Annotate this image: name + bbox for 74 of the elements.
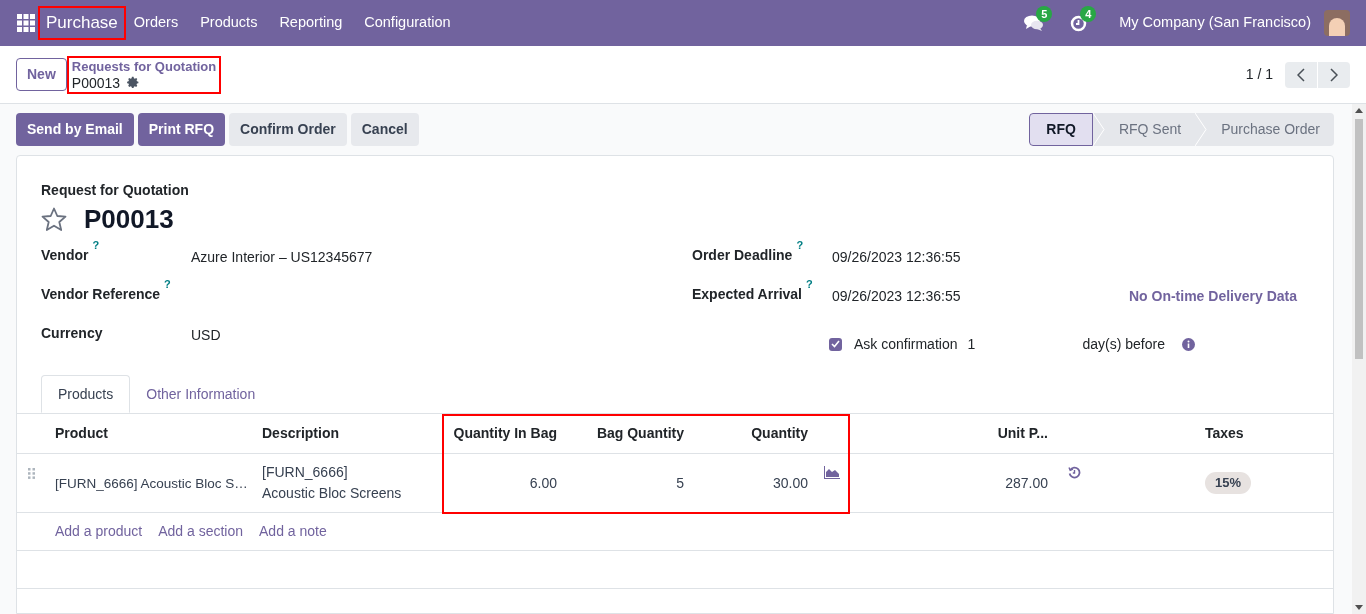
field-value[interactable]: 09/26/2023 12:36:55 — [832, 247, 1309, 267]
menu-item[interactable]: Products — [200, 12, 258, 34]
chevron-right-icon — [1330, 67, 1338, 82]
column-header[interactable]: Unit P... — [850, 423, 1100, 444]
table-cell[interactable]: 287.00 — [850, 472, 1058, 494]
table-cell[interactable]: 5 — [567, 472, 694, 494]
menu-item[interactable]: Reporting — [279, 12, 343, 34]
settings-icon[interactable] — [127, 76, 141, 89]
record-title: P00013 — [84, 202, 174, 236]
menu-item[interactable]: Configuration — [364, 12, 451, 34]
column-header[interactable]: Product — [45, 423, 252, 444]
table-cell[interactable]: 6.00 — [442, 472, 567, 494]
checkbox[interactable] — [829, 337, 842, 351]
status-stage[interactable]: Purchase Order — [1207, 113, 1334, 146]
company-switcher[interactable]: My Company (San Francisco) — [1119, 12, 1311, 34]
field-label: Vendor — [41, 246, 89, 265]
chart-icon[interactable] — [824, 466, 840, 479]
star-icon[interactable] — [41, 206, 67, 232]
field-value[interactable]: USD — [191, 325, 692, 345]
form-subtitle: Request for Quotation — [41, 181, 190, 200]
record-name: P00013 — [71, 74, 121, 91]
app-menu-icon[interactable] — [17, 14, 35, 32]
status-stage[interactable]: RFQ — [1029, 113, 1093, 146]
action-button[interactable]: Cancel — [350, 113, 419, 146]
action-button[interactable]: Print RFQ — [137, 113, 226, 146]
chevron-left-icon — [1297, 67, 1305, 82]
help-tooltip[interactable]: ? — [92, 239, 100, 250]
field-label: Order Deadline — [692, 246, 793, 265]
delivery-link[interactable]: No On-time Delivery Data — [1128, 286, 1297, 306]
previous-button[interactable] — [1285, 61, 1317, 88]
days-field[interactable]: 1 — [967, 333, 1068, 355]
add-line-link[interactable]: Add a section — [158, 521, 243, 542]
checkbox-label: Ask confirmation — [854, 334, 958, 354]
add-line-link[interactable]: Add a product — [55, 521, 143, 542]
days-suffix: day(s) before — [1082, 334, 1165, 354]
help-tooltip[interactable]: ? — [806, 278, 813, 289]
new-button[interactable]: New — [16, 58, 67, 91]
message-count-badge: 5 — [1036, 6, 1053, 22]
next-button[interactable] — [1318, 61, 1350, 88]
chevron-separator — [1092, 113, 1105, 146]
field-label: Vendor Reference — [41, 285, 161, 304]
column-header[interactable]: Bag Quantity — [567, 423, 694, 444]
status-stage[interactable]: RFQ Sent — [1104, 113, 1196, 146]
history-icon[interactable] — [1068, 466, 1081, 479]
tax-tag[interactable]: 15% — [1205, 472, 1252, 494]
field-label: Currency — [41, 324, 103, 343]
pager-value: 1 / 1 — [1245, 65, 1273, 84]
action-button[interactable]: Send by Email — [16, 113, 134, 146]
scroll-up-arrow-icon[interactable] — [1355, 108, 1363, 113]
table-cell[interactable]: 30.00 — [694, 472, 818, 494]
breadcrumb-link[interactable]: Requests for Quotation — [71, 58, 217, 75]
field-value[interactable]: 09/26/2023 12:36:55 — [832, 286, 1129, 306]
column-header[interactable]: Description — [252, 423, 442, 444]
info-icon[interactable] — [1181, 337, 1195, 351]
field-label: Expected Arrival — [692, 285, 802, 304]
help-tooltip[interactable]: ? — [796, 239, 804, 250]
activity-count-badge: 4 — [1080, 5, 1097, 22]
column-header[interactable]: Quantity — [694, 423, 850, 444]
column-header[interactable]: Taxes — [1100, 423, 1333, 444]
add-line-link[interactable]: Add a note — [259, 521, 327, 542]
user-avatar[interactable] — [1324, 10, 1350, 36]
menu-item[interactable]: Orders — [133, 12, 179, 34]
scroll-down-arrow-icon[interactable] — [1355, 605, 1363, 610]
app-name[interactable]: Purchase — [40, 8, 124, 38]
column-header[interactable]: Quantity In Bag — [442, 423, 567, 444]
form-tab[interactable]: Products — [41, 375, 131, 413]
table-cell[interactable]: [FURN_6666] Acoustic Bloc Screens — [252, 462, 442, 504]
drag-handle-icon[interactable] — [27, 468, 35, 479]
action-button[interactable]: Confirm Order — [229, 113, 347, 146]
table-cell[interactable]: [FURN_6666] Acoustic Bloc S… — [45, 472, 252, 494]
help-tooltip[interactable]: ? — [164, 278, 171, 289]
scrollbar[interactable] — [1352, 104, 1366, 614]
form-tab[interactable]: Other Information — [130, 375, 272, 413]
field-value[interactable]: Azure Interior – US12345677 — [191, 247, 692, 267]
